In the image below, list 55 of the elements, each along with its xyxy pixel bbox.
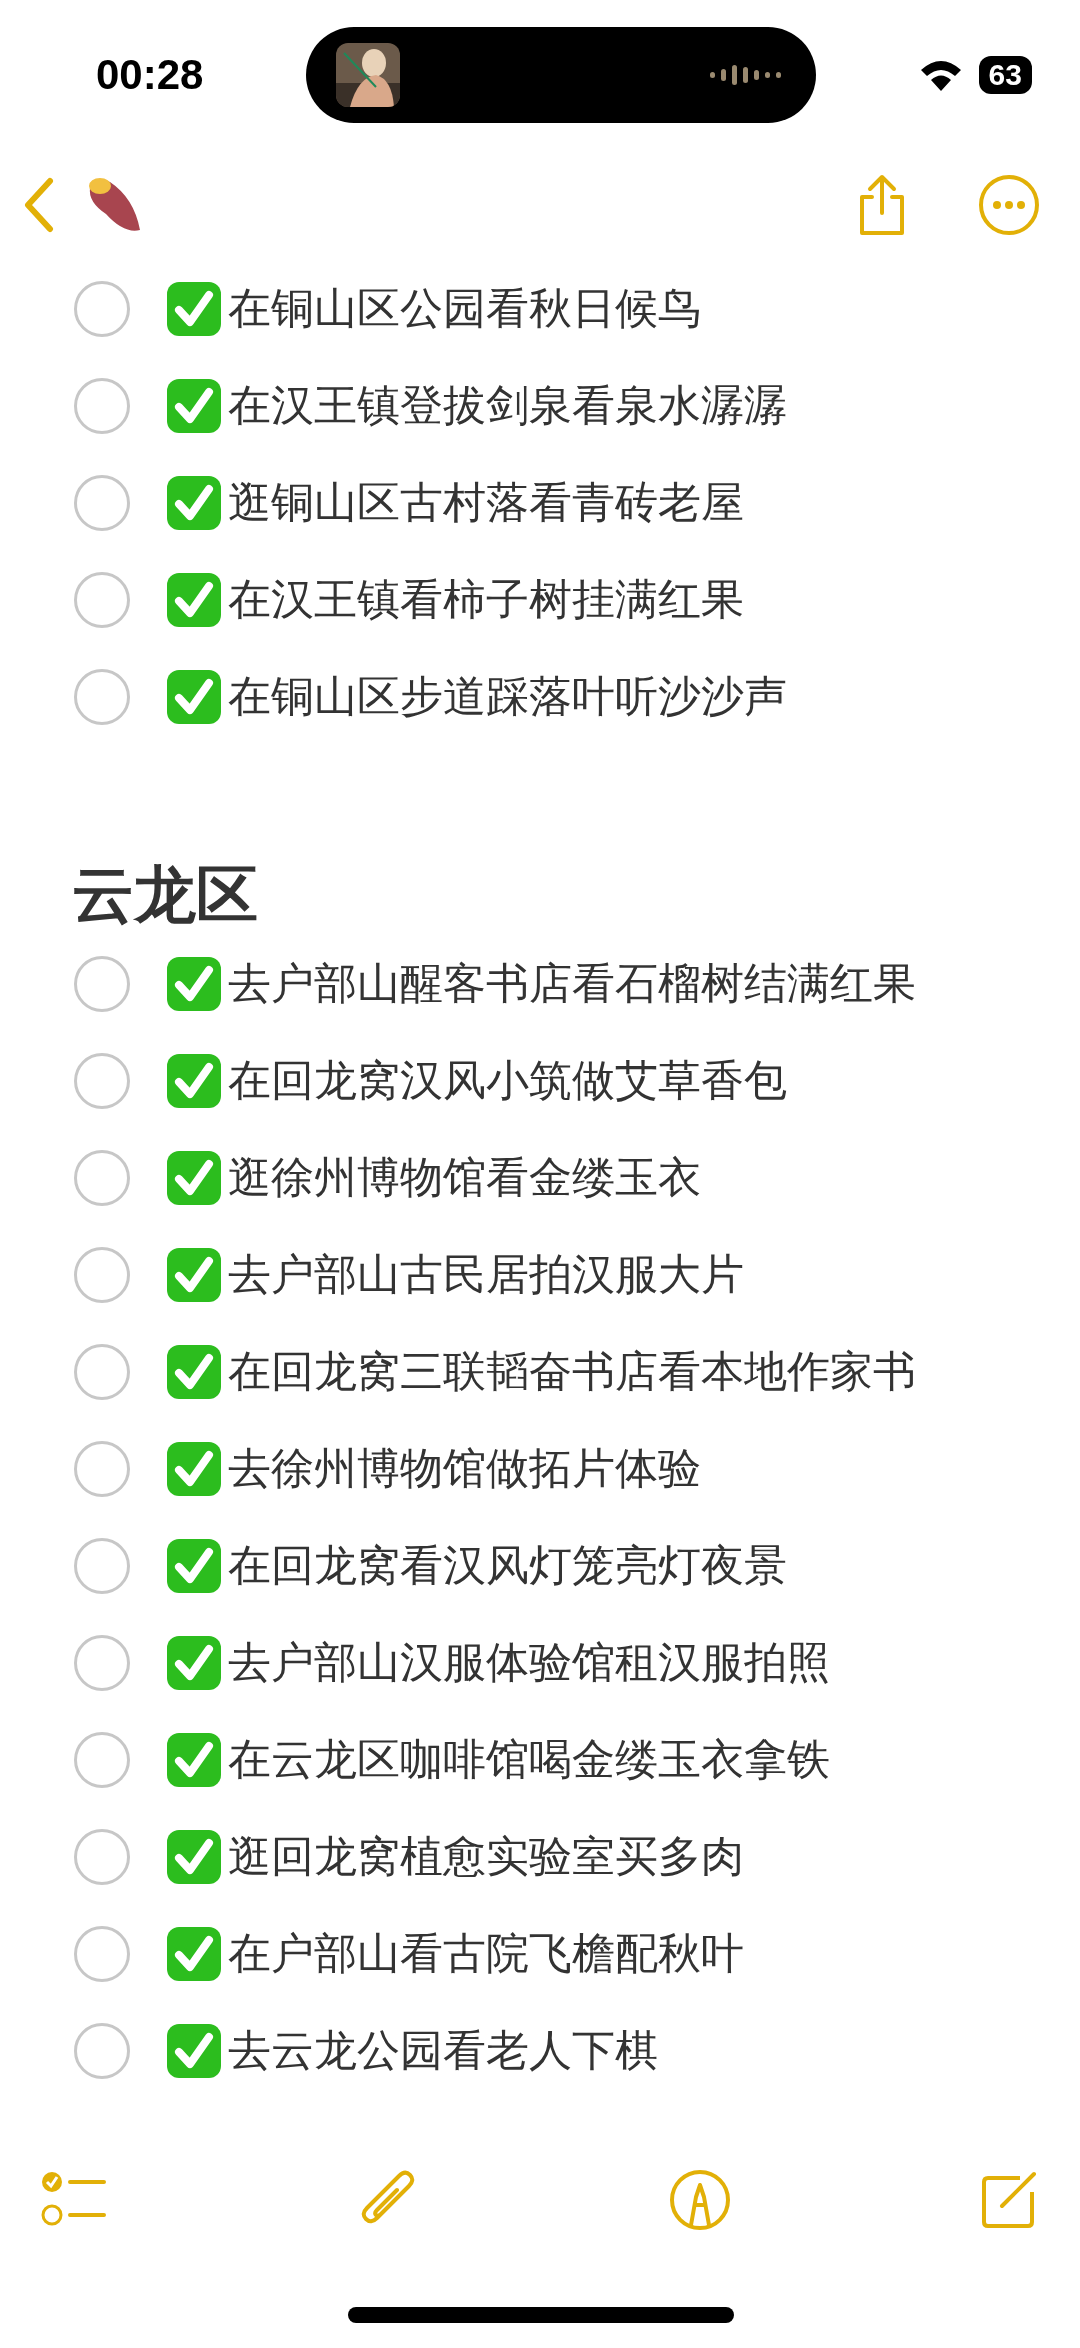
battery-level: 63 — [978, 56, 1032, 94]
checklist-item-text: 在回龙窝三联韬奋书店看本地作家书 — [228, 1344, 916, 1398]
check-mark-icon — [166, 474, 222, 531]
check-mark-icon — [166, 1149, 222, 1206]
check-mark-icon — [166, 280, 222, 337]
check-mark-icon — [166, 1537, 222, 1594]
check-mark-icon — [166, 2022, 222, 2079]
checklist-checkbox[interactable] — [74, 1925, 130, 1982]
section-heading: 云龙区 — [71, 857, 259, 933]
markup-button[interactable] — [668, 2169, 731, 2231]
check-mark-icon — [166, 955, 222, 1012]
check-mark-icon — [166, 571, 222, 628]
checklist-checkbox[interactable] — [74, 1731, 130, 1788]
checklist-item-text: 在回龙窝汉风小筑做艾草香包 — [228, 1053, 787, 1107]
check-mark-icon — [166, 1828, 222, 1885]
checklist-checkbox[interactable] — [74, 1440, 130, 1497]
check-mark-icon — [166, 1731, 222, 1788]
check-mark-icon — [166, 1343, 222, 1400]
checklist-checkbox[interactable] — [74, 1828, 130, 1885]
check-mark-icon — [166, 1440, 222, 1497]
checklist-item-text: 去徐州博物馆做拓片体验 — [228, 1441, 701, 1495]
checklist-item-text: 去户部山古民居拍汉服大片 — [228, 1247, 744, 1301]
checklist-item-text: 在户部山看古院飞檐配秋叶 — [228, 1926, 744, 1980]
checklist-item-text: 在云龙区咖啡馆喝金缕玉衣拿铁 — [228, 1732, 830, 1786]
check-mark-icon — [166, 1052, 222, 1109]
checklist-item-text: 逛徐州博物馆看金缕玉衣 — [228, 1150, 701, 1204]
checklist-checkbox[interactable] — [74, 1149, 130, 1206]
check-mark-icon — [166, 1246, 222, 1303]
checklist-checkbox[interactable] — [74, 280, 130, 337]
checklist-checkbox[interactable] — [74, 668, 130, 725]
checklist-item-text: 在汉王镇看柿子树挂满红果 — [228, 572, 744, 626]
checklist-item-text: 去云龙公园看老人下棋 — [228, 2023, 658, 2077]
checklist-item-text: 在铜山区公园看秋日候鸟 — [228, 281, 701, 335]
check-mark-icon — [166, 1925, 222, 1982]
checklist-item-text: 在汉王镇登拔剑泉看泉水潺潺 — [228, 378, 787, 432]
check-mark-icon — [166, 1634, 222, 1691]
status-time: 00:28 — [96, 51, 204, 99]
checklist-checkbox[interactable] — [74, 1052, 130, 1109]
checklist-checkbox[interactable] — [74, 955, 130, 1012]
checklist-checkbox[interactable] — [74, 1634, 130, 1691]
checklist-item-text: 去户部山醒客书店看石榴树结满红果 — [228, 956, 916, 1010]
checklist-item-text: 逛回龙窝植愈实验室买多肉 — [228, 1829, 744, 1883]
checklist-checkbox[interactable] — [74, 474, 130, 531]
checklist-item-text: 去户部山汉服体验馆租汉服拍照 — [228, 1635, 830, 1689]
checklist-checkbox[interactable] — [74, 1343, 130, 1400]
more-button[interactable] — [978, 174, 1040, 236]
check-mark-icon — [166, 668, 222, 725]
check-mark-icon — [166, 377, 222, 434]
checklist-checkbox[interactable] — [74, 377, 130, 434]
checklist-checkbox[interactable] — [74, 571, 130, 628]
checklist-item-text: 在回龙窝看汉风灯笼亮灯夜景 — [228, 1538, 787, 1592]
checklist-checkbox[interactable] — [74, 1537, 130, 1594]
checklist-item-text: 逛铜山区古村落看青砖老屋 — [228, 475, 744, 529]
back-button[interactable] — [22, 177, 56, 233]
checklist-item-text: 在铜山区步道踩落叶听沙沙声 — [228, 669, 787, 723]
